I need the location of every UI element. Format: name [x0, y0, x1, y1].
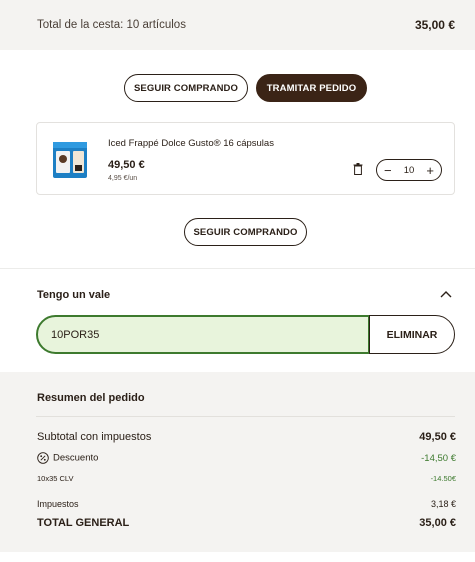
basket-total-bar: Total de la cesta: 10 artículos 35,00 €	[0, 0, 475, 50]
chevron-up-icon[interactable]	[440, 290, 452, 298]
discount-row: Descuento -14,50 €	[37, 452, 456, 464]
coupon-value: -14.50€	[430, 474, 456, 483]
product-unit-price: 4,95 €/un	[108, 175, 138, 182]
product-price: 49,50 €	[108, 159, 145, 171]
grand-total-value: 35,00 €	[419, 517, 456, 529]
continue-shopping-button[interactable]: SEGUIR COMPRANDO	[124, 74, 248, 102]
increase-quantity-button[interactable]: +	[426, 164, 434, 177]
product-card: Iced Frappé Dolce Gusto® 16 cápsulas 49,…	[36, 122, 455, 195]
summary-divider	[36, 416, 455, 417]
voucher-code-input[interactable]: 10POR35	[36, 315, 370, 354]
continue-shopping-button-bottom[interactable]: SEGUIR COMPRANDO	[184, 218, 307, 246]
order-summary: Resumen del pedido Subtotal con impuesto…	[0, 372, 475, 552]
decrease-quantity-button[interactable]: −	[384, 164, 392, 177]
grand-total-row: TOTAL GENERAL 35,00 €	[37, 517, 456, 529]
summary-title: Resumen del pedido	[37, 392, 145, 404]
taxes-label: Impuestos	[37, 499, 79, 509]
taxes-row: Impuestos 3,18 €	[37, 499, 456, 509]
voucher-title[interactable]: Tengo un vale	[37, 289, 110, 301]
quantity-value: 10	[403, 164, 415, 176]
subtotal-label: Subtotal con impuestos	[37, 431, 152, 443]
trash-icon[interactable]	[353, 163, 363, 175]
product-thumbnail	[53, 142, 87, 178]
basket-total-value: 35,00 €	[414, 18, 455, 32]
discount-value: -14,50 €	[421, 452, 456, 464]
checkout-button[interactable]: TRAMITAR PEDIDO	[256, 74, 367, 102]
basket-total-label: Total de la cesta: 10 artículos	[37, 19, 186, 31]
discount-label: Descuento	[53, 452, 99, 464]
section-divider	[0, 268, 475, 269]
discount-icon	[37, 452, 49, 464]
product-name[interactable]: Iced Frappé Dolce Gusto® 16 cápsulas	[108, 138, 274, 149]
subtotal-row: Subtotal con impuestos 49,50 €	[37, 431, 456, 443]
coupon-label: 10x35 CLV	[37, 474, 74, 483]
remove-voucher-button[interactable]: ELIMINAR	[369, 315, 455, 354]
subtotal-value: 49,50 €	[419, 431, 456, 443]
grand-total-label: TOTAL GENERAL	[37, 517, 130, 529]
coupon-row: 10x35 CLV -14.50€	[37, 474, 456, 483]
voucher-row: 10POR35 ELIMINAR	[36, 315, 455, 354]
taxes-value: 3,18 €	[430, 499, 456, 509]
quantity-stepper[interactable]: − 10 +	[376, 159, 442, 181]
